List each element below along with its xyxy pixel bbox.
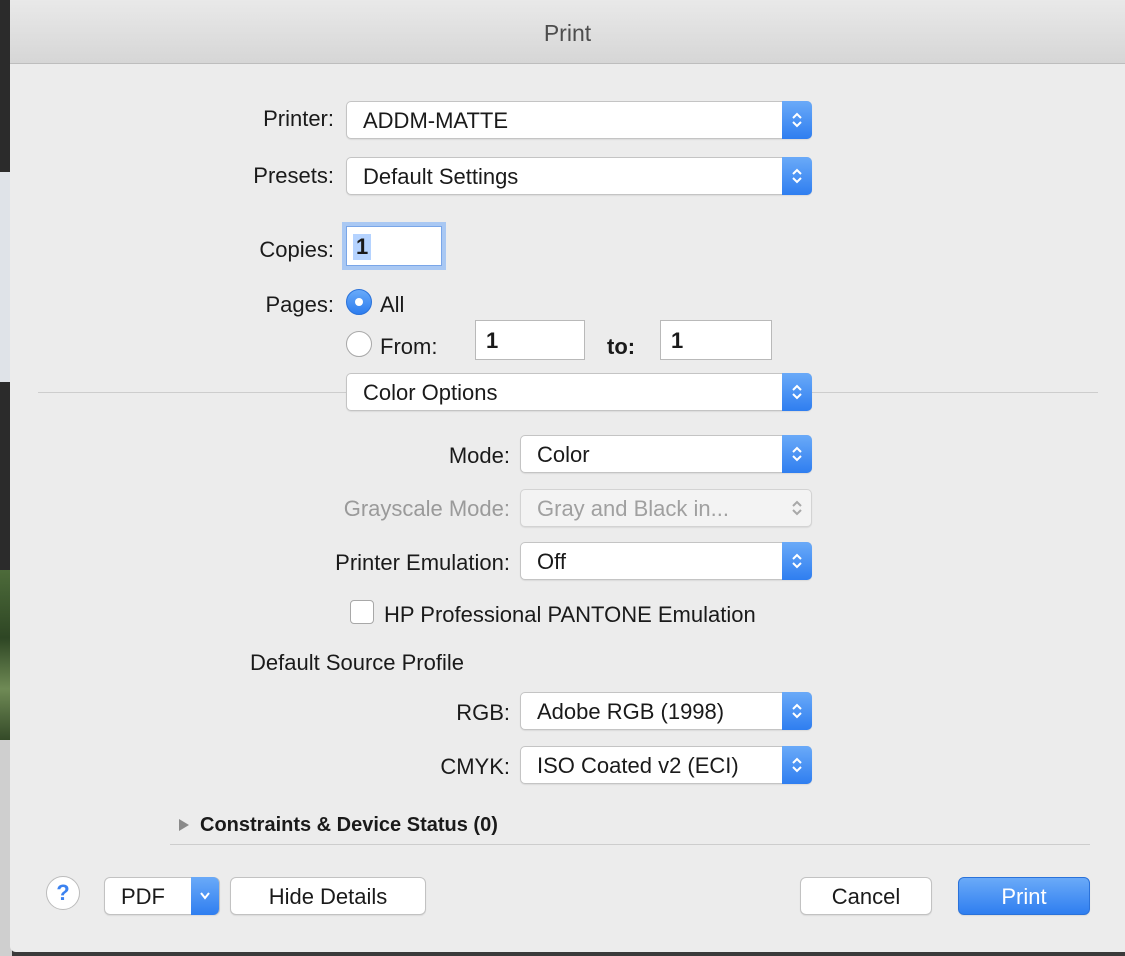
printer-emulation-popup[interactable]: Off: [520, 542, 812, 580]
pdf-label: PDF: [121, 884, 165, 909]
pages-from-label: From:: [380, 334, 438, 359]
disclosure-triangle-icon[interactable]: [178, 818, 190, 837]
print-label: Print: [1001, 884, 1047, 909]
copies-field[interactable]: 1: [346, 226, 442, 266]
help-label: ?: [56, 880, 70, 905]
up-down-chevron-icon: [782, 692, 812, 730]
pages-to-value: 1: [671, 328, 684, 353]
section-popup[interactable]: Color Options: [346, 373, 812, 411]
hide-details-button[interactable]: Hide Details: [230, 877, 426, 915]
up-down-chevron-icon: [782, 101, 812, 139]
constraints-label[interactable]: Constraints & Device Status (0): [200, 814, 498, 837]
grayscale-mode-value: Gray and Black in...: [537, 496, 729, 521]
help-icon[interactable]: ?: [46, 876, 80, 910]
section-popup-value: Color Options: [363, 380, 498, 405]
up-down-chevron-icon: [782, 746, 812, 784]
pantone-emulation-checkbox[interactable]: [350, 600, 374, 624]
printer-label: Printer:: [263, 106, 334, 131]
pages-all-label: All: [380, 292, 405, 317]
print-button[interactable]: Print: [958, 877, 1090, 915]
rgb-value: Adobe RGB (1998): [537, 699, 725, 724]
presets-label: Presets:: [253, 163, 334, 188]
printer-value: ADDM-MATTE: [363, 108, 509, 133]
grayscale-mode-label: Grayscale Mode:: [343, 496, 510, 521]
cmyk-popup[interactable]: ISO Coated v2 (ECI): [520, 746, 812, 784]
up-down-chevron-icon: [782, 373, 812, 411]
printer-popup[interactable]: ADDM-MATTE: [346, 101, 812, 139]
pages-label: Pages:: [265, 292, 335, 317]
print-dialog: Print Printer: ADDM-MATTE Presets: Defau…: [10, 0, 1125, 952]
cancel-label: Cancel: [831, 884, 901, 909]
up-down-chevron-icon: [782, 542, 812, 580]
printer-emulation-value: Off: [537, 549, 566, 574]
copies-value: 1: [353, 234, 372, 260]
pages-to-field[interactable]: 1: [660, 320, 772, 360]
rgb-label: RGB:: [456, 700, 510, 725]
up-down-chevron-icon: [782, 489, 812, 527]
printer-emulation-label: Printer Emulation:: [335, 550, 510, 575]
hide-details-label: Hide Details: [268, 884, 388, 909]
mode-value: Color: [537, 442, 590, 467]
pages-from-radio[interactable]: [346, 331, 372, 357]
title-bar: Print: [10, 0, 1125, 64]
up-down-chevron-icon: [782, 157, 812, 195]
presets-value: Default Settings: [363, 164, 519, 189]
chevron-down-icon[interactable]: [191, 877, 219, 915]
pantone-emulation-label: HP Professional PANTONE Emulation: [384, 602, 756, 627]
rgb-popup[interactable]: Adobe RGB (1998): [520, 692, 812, 730]
up-down-chevron-icon: [782, 435, 812, 473]
pages-from-value: 1: [486, 328, 499, 353]
cmyk-value: ISO Coated v2 (ECI): [537, 753, 739, 778]
mode-popup[interactable]: Color: [520, 435, 812, 473]
mode-label: Mode:: [448, 443, 510, 468]
copies-label: Copies:: [259, 237, 334, 262]
cmyk-label: CMYK:: [440, 754, 510, 779]
pages-all-radio[interactable]: [346, 289, 372, 315]
grayscale-mode-popup[interactable]: Gray and Black in...: [520, 489, 812, 527]
cancel-button[interactable]: Cancel: [800, 877, 932, 915]
pages-from-field[interactable]: 1: [475, 320, 585, 360]
footer-separator: [170, 844, 1090, 845]
window-title: Print: [543, 20, 592, 46]
default-source-profile-heading: Default Source Profile: [250, 650, 464, 675]
pages-to-label: to:: [607, 334, 636, 359]
presets-popup[interactable]: Default Settings: [346, 157, 812, 195]
